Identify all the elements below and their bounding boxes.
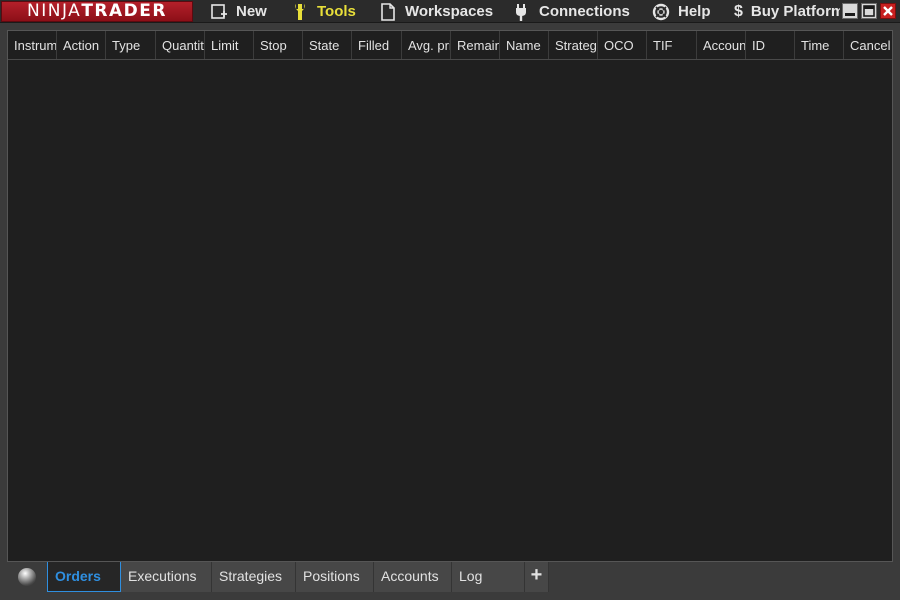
close-icon xyxy=(883,6,893,16)
column-header-stop[interactable]: Stop xyxy=(254,31,303,59)
orders-grid-body[interactable] xyxy=(8,60,892,561)
tab-log[interactable]: Log xyxy=(452,562,525,592)
menu-new-label: New xyxy=(236,3,267,20)
column-header-filled[interactable]: Filled xyxy=(352,31,402,59)
menu-workspaces[interactable]: Workspaces xyxy=(379,0,493,23)
column-header-name[interactable]: Name xyxy=(500,31,549,59)
column-header-remaining[interactable]: Remaining xyxy=(451,31,500,59)
column-header-quantity[interactable]: Quantity xyxy=(156,31,205,59)
orders-grid: Instrument Action Type Quantity Limit St… xyxy=(7,30,893,562)
connection-status-orb-icon[interactable] xyxy=(18,568,36,586)
lifebuoy-icon xyxy=(652,3,670,21)
new-window-icon xyxy=(210,3,228,21)
column-header-oco[interactable]: OCO xyxy=(598,31,647,59)
column-header-time[interactable]: Time xyxy=(795,31,844,59)
menu-help-label: Help xyxy=(678,3,711,20)
close-button[interactable] xyxy=(880,3,896,19)
tab-orders[interactable]: Orders xyxy=(47,562,121,592)
column-header-avg-price[interactable]: Avg. price xyxy=(402,31,451,59)
bottom-tab-bar: Orders Executions Strategies Positions A… xyxy=(7,562,893,592)
tab-strategies[interactable]: Strategies xyxy=(212,562,296,592)
dollar-icon: $ xyxy=(734,2,743,20)
menu-tools[interactable]: Tools xyxy=(291,0,356,23)
tab-executions[interactable]: Executions xyxy=(121,562,212,592)
main-menu-bar: NINJATRADER New Tools Workspaces Connect… xyxy=(0,0,900,23)
column-header-strategy[interactable]: Strategy xyxy=(549,31,598,59)
column-header-type[interactable]: Type xyxy=(106,31,156,59)
column-header-action[interactable]: Action xyxy=(57,31,106,59)
document-icon xyxy=(379,2,397,21)
column-header-limit[interactable]: Limit xyxy=(205,31,254,59)
column-header-state[interactable]: State xyxy=(303,31,352,59)
column-header-account[interactable]: Account xyxy=(697,31,746,59)
column-header-instrument[interactable]: Instrument xyxy=(8,31,57,59)
maximize-icon xyxy=(863,5,875,17)
column-header-tif[interactable]: TIF xyxy=(647,31,697,59)
column-header-cancel[interactable]: Cancel xyxy=(844,31,892,59)
menu-buy-platform-label: Buy Platform xyxy=(750,3,840,20)
plug-icon xyxy=(513,3,531,21)
add-tab-button[interactable]: + xyxy=(525,562,549,592)
logo-text-trader: TRADER xyxy=(81,1,167,21)
ninjatrader-logo[interactable]: NINJATRADER xyxy=(1,1,193,22)
menu-connections[interactable]: Connections xyxy=(513,0,630,23)
maximize-button[interactable] xyxy=(861,3,877,19)
menu-connections-label: Connections xyxy=(539,3,630,20)
menu-new[interactable]: New xyxy=(210,0,267,23)
grid-header-row: Instrument Action Type Quantity Limit St… xyxy=(8,31,892,60)
logo-text-ninja: NINJA xyxy=(27,1,82,21)
menu-buy-platform[interactable]: $ Buy Platform xyxy=(734,0,840,23)
minimize-icon xyxy=(845,13,855,16)
menu-help[interactable]: Help xyxy=(652,0,711,23)
column-header-id[interactable]: ID xyxy=(746,31,795,59)
menu-workspaces-label: Workspaces xyxy=(405,3,494,20)
tab-accounts[interactable]: Accounts xyxy=(374,562,452,592)
menu-tools-label: Tools xyxy=(317,3,356,20)
wrench-icon xyxy=(291,3,309,21)
tab-positions[interactable]: Positions xyxy=(296,562,374,592)
minimize-button[interactable] xyxy=(842,3,858,19)
